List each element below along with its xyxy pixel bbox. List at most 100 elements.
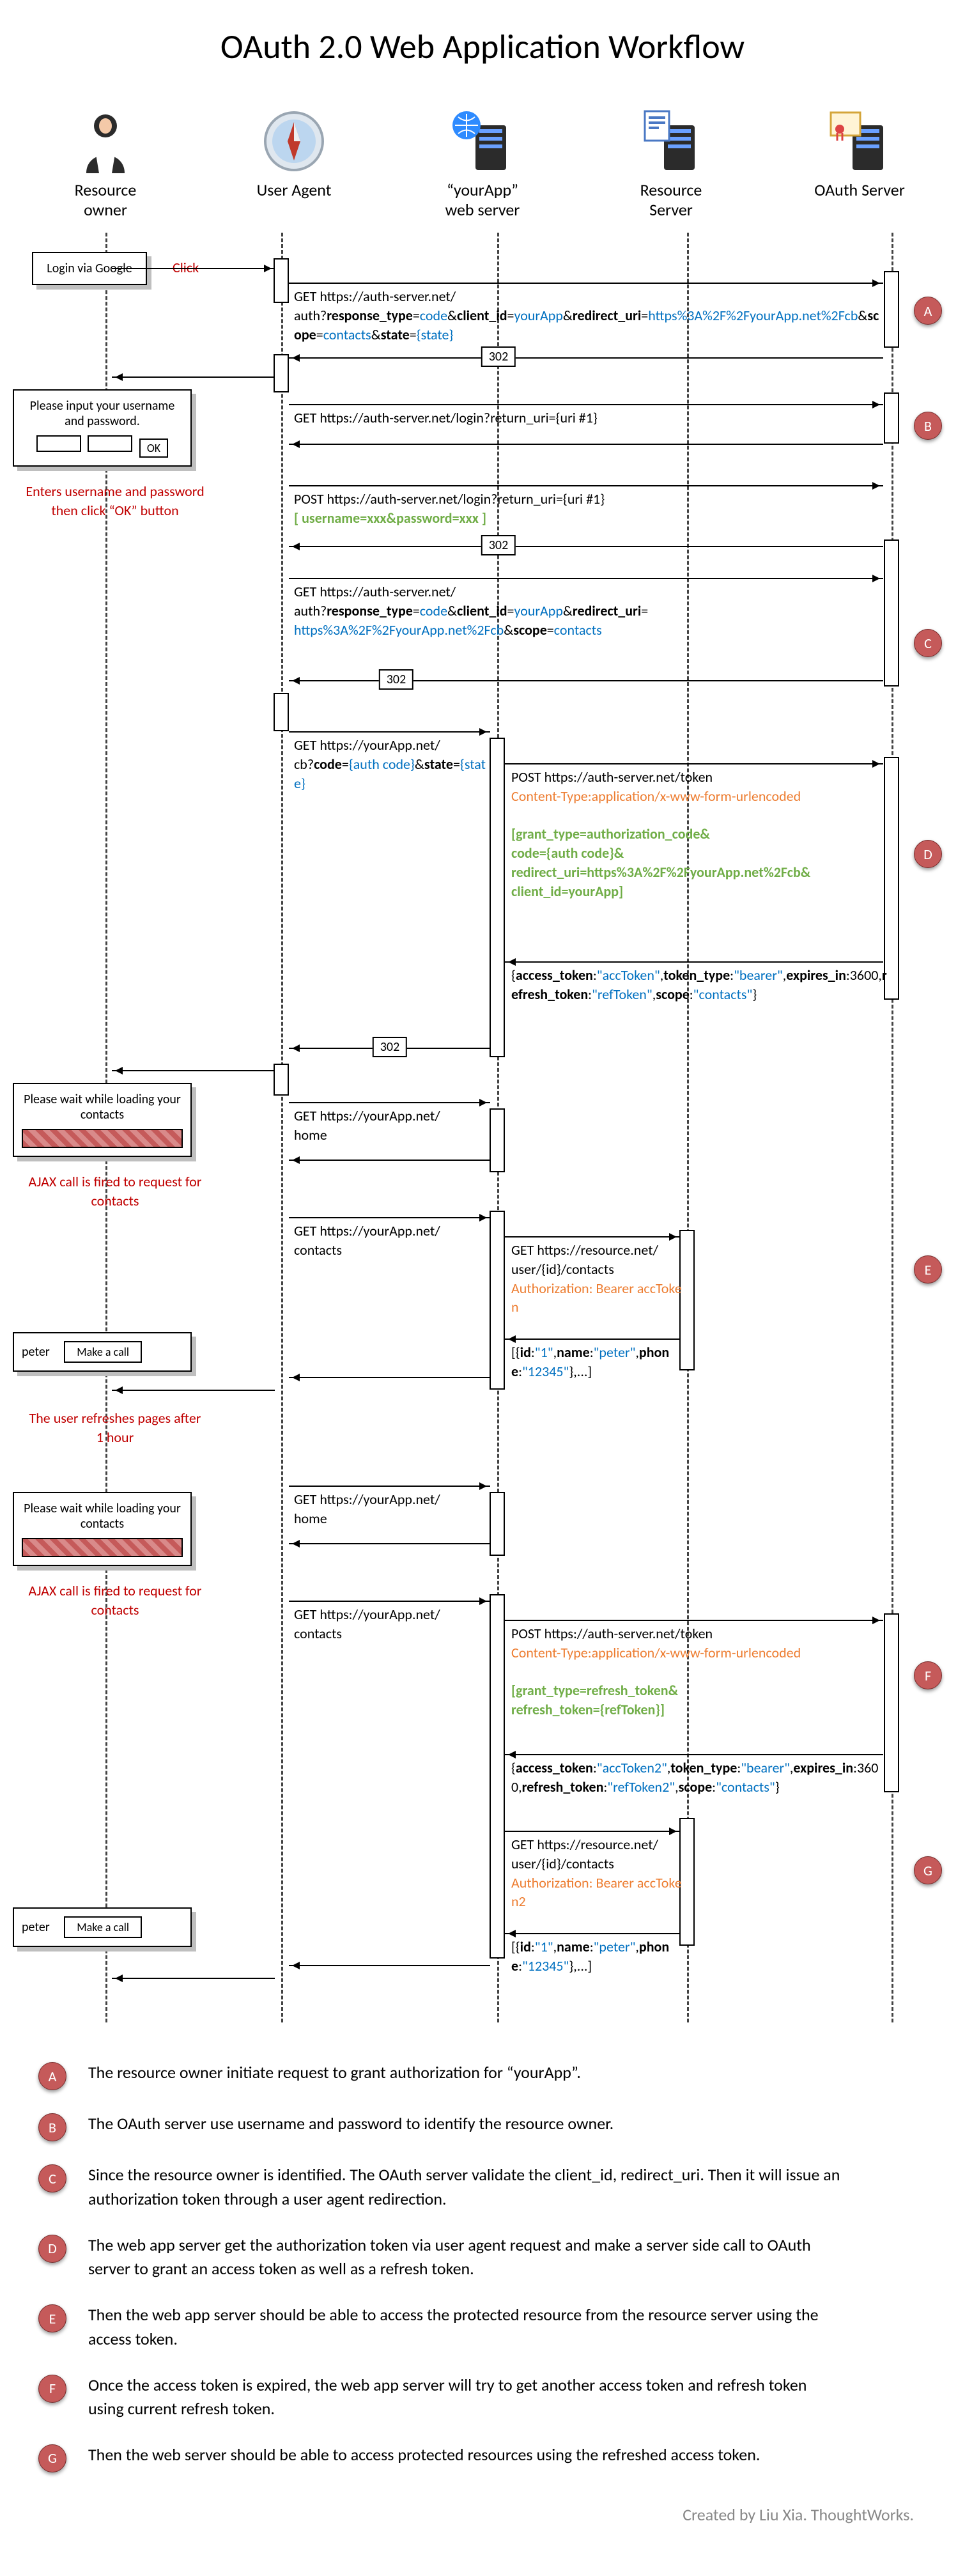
arrow (289, 731, 490, 733)
credit: Created by Liu Xia. ThoughtWorks. (38, 2504, 927, 2525)
arrow (289, 1102, 490, 1103)
arrow (505, 1754, 883, 1755)
msg-refresh-post: POST https://auth-server.net/token Conte… (511, 1624, 882, 1719)
badge-A: A (914, 297, 942, 325)
arrow (289, 357, 883, 359)
actor-label: User Agent (257, 180, 332, 200)
arrow (112, 376, 275, 378)
make-call-button[interactable]: Make a call (64, 1341, 142, 1363)
legend-text: Once the access token is expired, the we… (88, 2373, 842, 2421)
arrow (289, 1217, 490, 1218)
legend-text: The OAuth server use username and passwo… (88, 2112, 614, 2136)
actor-label: OAuth Server (814, 180, 905, 200)
password-input[interactable] (88, 435, 132, 452)
note-ajax-2: AJAX call is fired to request for contac… (26, 1581, 205, 1619)
arrow (505, 763, 883, 764)
badge-B: B (914, 412, 942, 440)
contact-box: peter Make a call (13, 1332, 192, 1372)
legend-text: The resource owner initiate request to g… (88, 2061, 581, 2085)
page-title: OAuth 2.0 Web Application Workflow (38, 26, 927, 68)
badge-F: F (914, 1661, 942, 1689)
msg-resource-get2: GET https://resource.net/ user/{id}/cont… (511, 1835, 684, 1911)
arrow (289, 283, 883, 284)
actor-label: Resource Server (617, 180, 725, 220)
arrow (289, 578, 883, 579)
loading-text: Please wait while loading your contacts (22, 1501, 183, 1532)
arrow (505, 1831, 680, 1832)
badge-E: E (914, 1255, 942, 1284)
legend-text: Since the resource owner is identified. … (88, 2163, 842, 2211)
badge-G: G (38, 2444, 66, 2472)
compass-icon (259, 106, 329, 176)
msg-contacts-resp: [{id:"1",name:"peter",phone:"12345"},...… (511, 1343, 684, 1381)
msg-home-get: GET https://yourApp.net/ home (294, 1106, 486, 1144)
arrow (289, 1965, 490, 1966)
arrow (112, 1390, 275, 1391)
arrow (505, 961, 883, 963)
legend-text: Then the web app server should be able t… (88, 2303, 842, 2351)
make-call-button[interactable]: Make a call (64, 1916, 142, 1938)
login-prompt-box: Please input your username and password.… (13, 389, 192, 467)
note-enter-creds: Enters username and password then click … (26, 482, 205, 520)
legend: A The resource owner initiate request to … (38, 2061, 927, 2472)
msg-login-get: GET https://auth-server.net/login?return… (294, 408, 869, 428)
note-refresh: The user refreshes pages after 1 hour (26, 1409, 205, 1447)
loading-box-2: Please wait while loading your contacts (13, 1492, 192, 1566)
progress-bar (22, 1538, 183, 1557)
msg-cb-get: GET https://yourApp.net/cb?code={auth co… (294, 736, 486, 793)
loading-box: Please wait while loading your contacts (13, 1083, 192, 1157)
person-icon (70, 106, 141, 176)
arrow (289, 404, 883, 405)
msg-home-get2: GET https://yourApp.net/ home (294, 1490, 486, 1528)
legend-text: The web app server get the authorization… (88, 2233, 842, 2281)
arrow (112, 1070, 275, 1071)
badge-C: C (38, 2164, 66, 2192)
server-globe-icon (447, 106, 518, 176)
code-302: 302 (481, 535, 516, 555)
contact-name: peter (22, 1920, 50, 1935)
arrow (289, 1160, 490, 1161)
contact-box-2: peter Make a call (13, 1907, 192, 1947)
badge-D: D (38, 2235, 66, 2263)
actor-label: Resource owner (51, 180, 160, 220)
actor-user-agent: User Agent (240, 106, 348, 220)
arrow (505, 1338, 680, 1340)
login-prompt-text: Please input your username and password. (22, 398, 183, 429)
note-ajax: AJAX call is fired to request for contac… (26, 1172, 205, 1210)
code-302: 302 (379, 669, 413, 690)
msg-auth-get2: GET https://auth-server.net/auth?respons… (294, 582, 882, 639)
server-cert-icon (824, 106, 895, 176)
msg-token-resp2: {access_token:"accToken2",token_type:"be… (511, 1758, 888, 1796)
arrow (289, 1486, 490, 1487)
actor-resource-owner: Resource owner (51, 106, 160, 220)
msg-token-resp: {access_token:"accToken",token_type:"bea… (511, 966, 888, 1004)
arrow (505, 1933, 680, 1934)
badge-C: C (914, 629, 942, 657)
msg-auth-get: GET https://auth-server.net/auth?respons… (294, 287, 882, 344)
msg-resource-get: GET https://resource.net/ user/{id}/cont… (511, 1241, 684, 1317)
badge-A: A (38, 2062, 66, 2090)
arrow (289, 1377, 490, 1378)
progress-bar (22, 1129, 183, 1148)
actor-resource-server: Resource Server (617, 106, 725, 220)
contact-name: peter (22, 1344, 50, 1360)
badge-D: D (914, 840, 942, 868)
arrow (112, 1978, 275, 1979)
ok-button[interactable]: OK (139, 438, 168, 458)
loading-text: Please wait while loading your contacts (22, 1092, 183, 1122)
actor-label: “yourApp” web server (445, 180, 520, 220)
msg-login-post: POST https://auth-server.net/login?retur… (294, 490, 869, 527)
arrow (289, 1543, 490, 1544)
arrow (112, 268, 275, 269)
badge-F: F (38, 2375, 66, 2403)
actor-yourapp: “yourApp” web server (428, 106, 537, 220)
msg-token-post: POST https://auth-server.net/token Conte… (511, 768, 882, 901)
legend-text: Then the web server should be able to ac… (88, 2443, 760, 2467)
arrow (289, 444, 883, 445)
username-input[interactable] (36, 435, 81, 452)
arrow (289, 485, 883, 486)
badge-B: B (38, 2113, 66, 2141)
msg-contacts-get: GET https://yourApp.net/ contacts (294, 1222, 486, 1259)
arrow (505, 1620, 883, 1621)
actor-oauth-server: OAuth Server (805, 106, 914, 220)
